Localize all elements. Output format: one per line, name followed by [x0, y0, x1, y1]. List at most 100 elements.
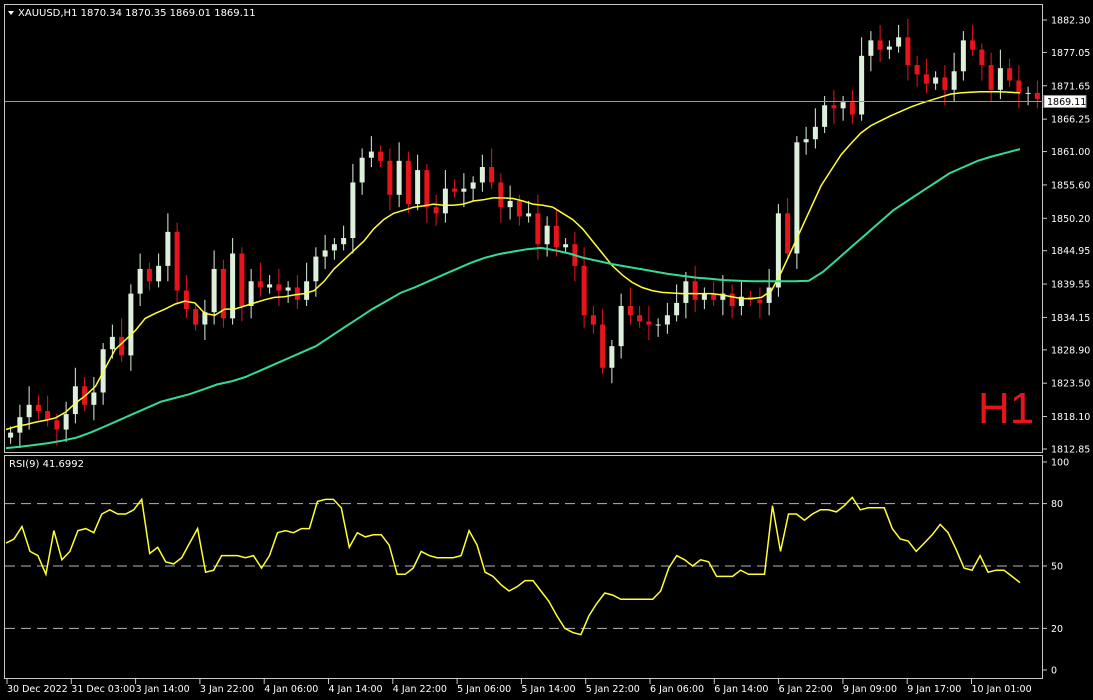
candle-body	[831, 105, 837, 109]
candle-body	[526, 213, 532, 217]
rsi-panel	[4, 455, 1043, 679]
candle-body	[128, 293, 134, 356]
time-tick-label: 5 Jan 14:00	[521, 684, 575, 695]
candle-body	[655, 324, 661, 326]
candle-body	[396, 160, 402, 195]
time-tick-label: 6 Jan 22:00	[779, 684, 833, 695]
time-tick-label: 10 Jan 01:00	[972, 684, 1032, 695]
candle-body	[553, 225, 559, 248]
candle-body	[1016, 80, 1022, 93]
candle-body	[498, 182, 504, 208]
candle-body	[91, 392, 97, 405]
candle-body	[193, 309, 199, 325]
time-tick-label: 4 Jan 22:00	[393, 684, 447, 695]
candle-body	[960, 40, 966, 72]
candle-body	[405, 160, 411, 205]
candle-body	[470, 182, 476, 189]
time-tick-label: 4 Jan 14:00	[329, 684, 383, 695]
price-tick-label: 1828.90	[1051, 345, 1090, 356]
dropdown-triangle-icon[interactable]	[8, 11, 14, 15]
candle-body	[146, 268, 152, 282]
candle-body	[683, 281, 689, 303]
candle-body	[692, 281, 698, 300]
time-tick-label: 6 Jan 14:00	[714, 684, 768, 695]
candle-body	[581, 265, 587, 316]
candle-body	[322, 250, 328, 257]
candle-body	[313, 256, 319, 282]
candle-body	[378, 151, 384, 161]
rsi-tick-label: 80	[1051, 499, 1063, 510]
candle-body	[997, 68, 1003, 90]
candle-body	[424, 170, 430, 208]
time-tick-label: 9 Jan 17:00	[907, 684, 961, 695]
candle-body	[757, 299, 763, 303]
price-tick-label: 1834.15	[1051, 313, 1090, 324]
candle-body	[54, 420, 60, 430]
candle-body	[877, 40, 883, 50]
candle-body	[849, 102, 855, 115]
price-tick-label: 1844.95	[1051, 246, 1090, 257]
ma-slow-line	[5, 148, 1021, 450]
candle-body	[914, 65, 920, 75]
candle-body	[609, 346, 615, 368]
chart-canvas: 1882.30 1877.05 1871.65 1866.25 1861.00 1855.…	[4, 4, 1090, 695]
candle-body	[627, 306, 633, 316]
symbol-header: XAUUSD,H1 1870.34 1870.35 1869.01 1869.1…	[18, 8, 256, 19]
time-tick-label: 5 Jan 22:00	[586, 684, 640, 695]
candle-body	[535, 213, 541, 245]
candle-body	[544, 225, 550, 245]
candle-body	[822, 105, 828, 127]
price-tick-label: 1882.30	[1051, 16, 1090, 27]
price-tick-label: 1823.50	[1051, 379, 1090, 390]
candle-body	[239, 253, 245, 306]
candle-body	[119, 336, 125, 356]
candle-body	[886, 46, 892, 50]
candle-body	[174, 231, 180, 291]
candle-body	[896, 37, 902, 47]
rsi-tick-label: 20	[1051, 624, 1063, 635]
rsi-title: RSI(9) 41.6992	[9, 459, 84, 470]
candle-body	[933, 77, 939, 84]
price-tick-label: 1855.60	[1051, 180, 1090, 191]
candle-body	[165, 231, 171, 266]
candle-body	[970, 40, 976, 50]
candle-body	[461, 188, 467, 192]
candle-body	[452, 188, 458, 192]
time-tick-label: 5 Jan 06:00	[457, 684, 511, 695]
candle-body	[979, 49, 985, 66]
timeframe-badge: H1	[978, 384, 1035, 433]
candle-body	[803, 139, 809, 143]
current-price-label: 1869.11	[1047, 97, 1086, 108]
candle-body	[563, 244, 569, 248]
time-tick-label: 4 Jan 06:00	[264, 684, 318, 695]
ma-fast-line	[5, 90, 1021, 431]
candle-body	[516, 200, 522, 217]
candle-body	[951, 71, 957, 90]
candle-body	[109, 336, 115, 350]
candle-body	[646, 321, 652, 325]
candle-body	[664, 315, 670, 325]
price-tick-label: 1861.00	[1051, 147, 1090, 158]
candle-body	[840, 102, 846, 109]
candle-body	[350, 182, 356, 239]
candle-body	[1034, 92, 1040, 100]
candle-body	[618, 306, 624, 347]
candle-body	[479, 167, 485, 183]
candle-body	[276, 284, 282, 291]
candle-body	[331, 244, 337, 251]
candle-body	[415, 170, 421, 205]
price-tick-label: 1871.65	[1051, 81, 1090, 92]
candle-body	[489, 167, 495, 183]
candle-body	[183, 290, 189, 310]
time-tick-label: 6 Jan 06:00	[650, 684, 704, 695]
rsi-tick-label: 100	[1051, 458, 1069, 469]
price-tick-label: 1818.10	[1051, 412, 1090, 423]
candle-body	[211, 268, 217, 313]
candle-body	[442, 188, 448, 214]
candlestick-series	[8, 18, 1040, 449]
rsi-tick-label: 50	[1051, 562, 1063, 573]
time-axis: 30 Dec 2022 31 Dec 03:00 3 Jan 14:00 3 Jan …	[6, 679, 1032, 695]
candle-body	[1007, 68, 1013, 81]
candle-body	[785, 213, 791, 254]
candle-body	[387, 160, 393, 195]
